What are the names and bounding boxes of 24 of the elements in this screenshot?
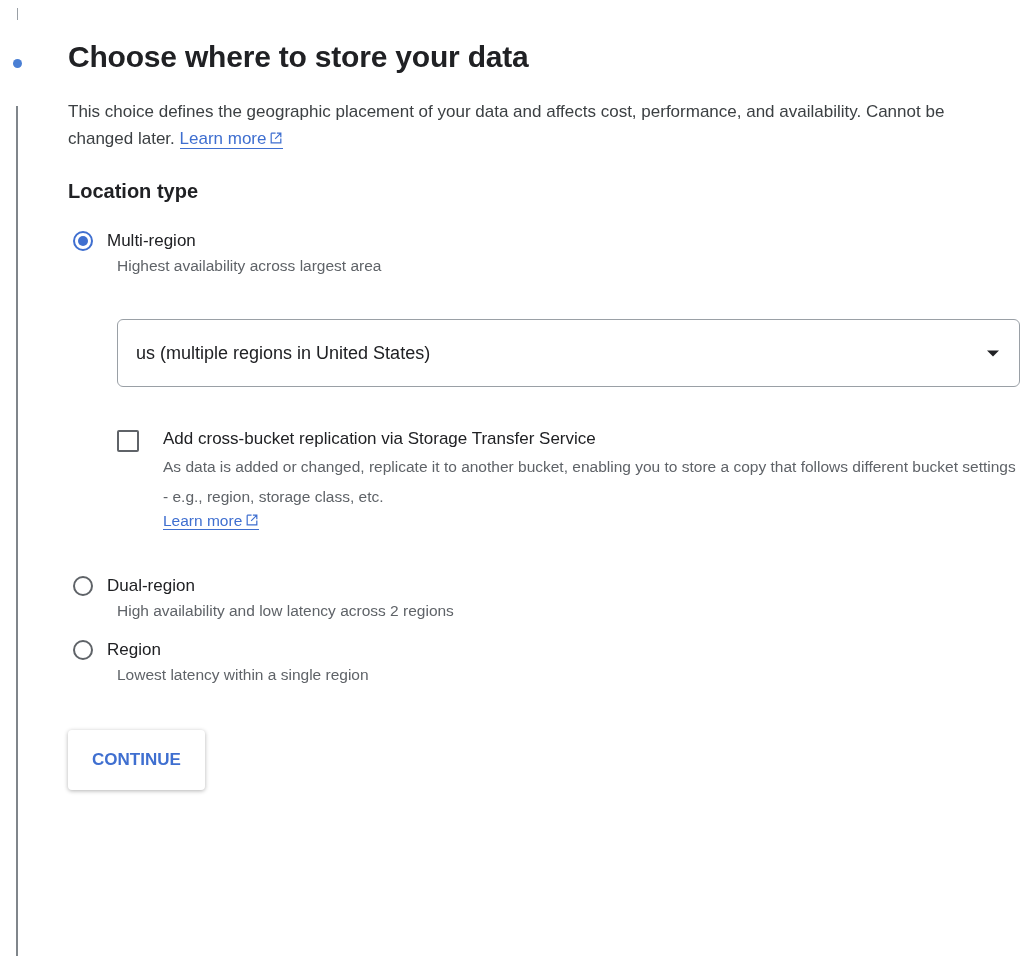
radio-button[interactable] [73,640,93,660]
section-heading: Location type [68,180,199,203]
option-label: Multi-region [107,231,196,251]
external-link-icon [245,513,260,527]
learn-more-link[interactable]: Learn more [179,129,284,149]
checkbox[interactable] [117,430,139,452]
continue-button[interactable]: CONTINUE [68,730,205,790]
radio-button[interactable] [73,576,93,596]
dropdown-caret-icon [987,349,999,357]
option-hint: Lowest latency within a single region [117,666,370,684]
option-label: Region [107,640,161,660]
dropdown-value: us (multiple regions in United States) [136,342,431,364]
external-link-icon [269,131,284,145]
option-hint: High availability and low latency across 2 regions [117,602,455,620]
checkbox-description: As data is added or changed, replicate it to another bucket, enabling you to store a copy that follows different bucket settings - e.g., region, storage class, etc. [163,457,1017,507]
step-dot-icon [12,59,22,68]
step-title: Choose where to store your data [68,40,530,74]
option-hint: Highest availability across largest area [117,257,383,275]
learn-more-link[interactable]: Learn more [163,512,260,530]
region-dropdown[interactable]: us (multiple regions in United States) [117,319,1020,387]
step-description: This choice defines the geographic placement of your data and affects cost, performance, and availability. Cannot be changed later. Learn more [68,101,946,151]
radio-button[interactable] [73,231,93,251]
option-label: Dual-region [107,576,195,596]
checkbox-label: Add cross-bucket replication via Storage Transfer Service [163,429,597,449]
